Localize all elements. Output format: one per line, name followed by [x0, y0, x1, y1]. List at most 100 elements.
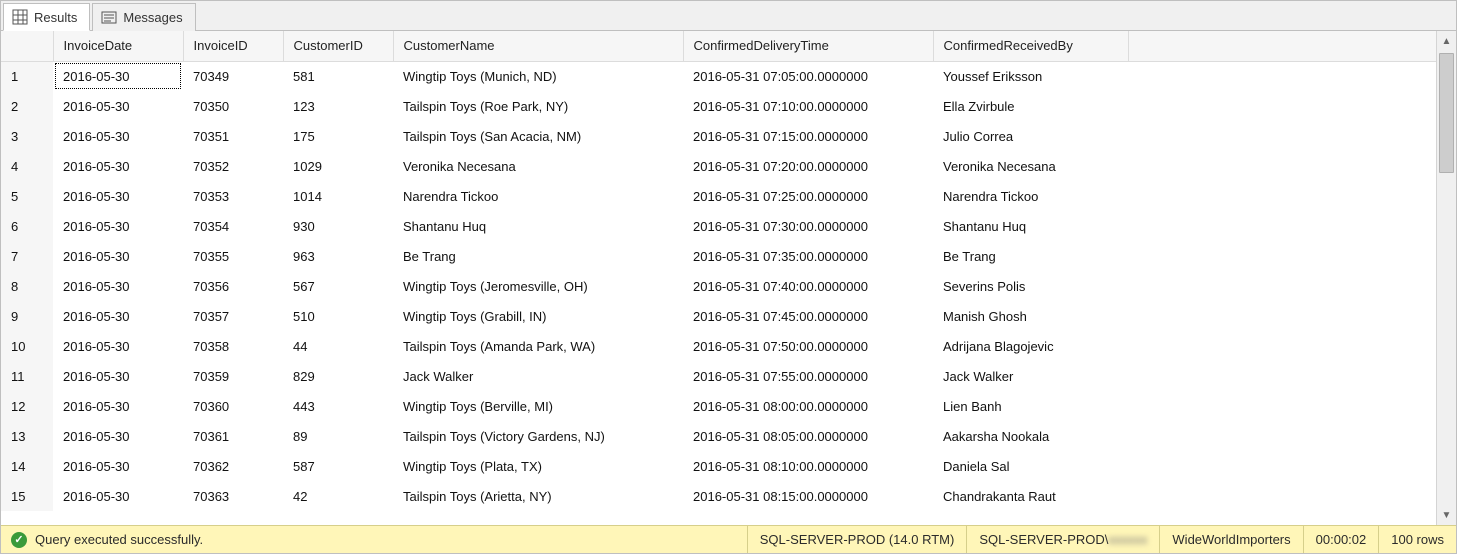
cell-customer-name[interactable]: Narendra Tickoo	[393, 181, 683, 211]
cell-invoice-id[interactable]: 70361	[183, 421, 283, 451]
cell-invoice-date[interactable]: 2016-05-30	[53, 421, 183, 451]
cell-invoice-date[interactable]: 2016-05-30	[53, 391, 183, 421]
cell-invoice-date[interactable]: 2016-05-30	[53, 151, 183, 181]
cell-invoice-id[interactable]: 70355	[183, 241, 283, 271]
col-customer-id[interactable]: CustomerID	[283, 31, 393, 61]
table-row[interactable]: 142016-05-3070362587Wingtip Toys (Plata,…	[1, 451, 1456, 481]
table-row[interactable]: 42016-05-30703521029Veronika Necesana201…	[1, 151, 1456, 181]
cell-invoice-id[interactable]: 70350	[183, 91, 283, 121]
cell-invoice-id[interactable]: 70356	[183, 271, 283, 301]
cell-invoice-id[interactable]: 70360	[183, 391, 283, 421]
results-grid[interactable]: InvoiceDate InvoiceID CustomerID Custome…	[1, 31, 1456, 511]
table-row[interactable]: 72016-05-3070355963Be Trang2016-05-31 07…	[1, 241, 1456, 271]
cell-confirmed-delivery-time[interactable]: 2016-05-31 07:10:00.0000000	[683, 91, 933, 121]
col-invoice-id[interactable]: InvoiceID	[183, 31, 283, 61]
cell-customer-name[interactable]: Tailspin Toys (Arietta, NY)	[393, 481, 683, 511]
cell-customer-name[interactable]: Tailspin Toys (Roe Park, NY)	[393, 91, 683, 121]
col-invoice-date[interactable]: InvoiceDate	[53, 31, 183, 61]
cell-invoice-date[interactable]: 2016-05-30	[53, 91, 183, 121]
cell-confirmed-received-by[interactable]: Be Trang	[933, 241, 1128, 271]
cell-invoice-date[interactable]: 2016-05-30	[53, 241, 183, 271]
cell-confirmed-received-by[interactable]: Severins Polis	[933, 271, 1128, 301]
scroll-up-arrow[interactable]: ▲	[1437, 31, 1456, 51]
cell-invoice-id[interactable]: 70352	[183, 151, 283, 181]
cell-customer-name[interactable]: Jack Walker	[393, 361, 683, 391]
table-row[interactable]: 122016-05-3070360443Wingtip Toys (Bervil…	[1, 391, 1456, 421]
table-row[interactable]: 92016-05-3070357510Wingtip Toys (Grabill…	[1, 301, 1456, 331]
tab-messages[interactable]: Messages	[92, 3, 195, 31]
cell-invoice-id[interactable]: 70359	[183, 361, 283, 391]
row-number[interactable]: 15	[1, 481, 53, 511]
cell-invoice-id[interactable]: 70362	[183, 451, 283, 481]
table-row[interactable]: 32016-05-3070351175Tailspin Toys (San Ac…	[1, 121, 1456, 151]
row-number[interactable]: 4	[1, 151, 53, 181]
col-confirmed-delivery-time[interactable]: ConfirmedDeliveryTime	[683, 31, 933, 61]
cell-invoice-id[interactable]: 70363	[183, 481, 283, 511]
cell-invoice-date[interactable]: 2016-05-30	[53, 481, 183, 511]
cell-customer-name[interactable]: Wingtip Toys (Plata, TX)	[393, 451, 683, 481]
cell-confirmed-delivery-time[interactable]: 2016-05-31 07:05:00.0000000	[683, 61, 933, 91]
table-row[interactable]: 102016-05-307035844Tailspin Toys (Amanda…	[1, 331, 1456, 361]
cell-customer-name[interactable]: Shantanu Huq	[393, 211, 683, 241]
cell-confirmed-received-by[interactable]: Julio Correa	[933, 121, 1128, 151]
table-row[interactable]: 132016-05-307036189Tailspin Toys (Victor…	[1, 421, 1456, 451]
row-number[interactable]: 1	[1, 61, 53, 91]
cell-customer-id[interactable]: 587	[283, 451, 393, 481]
cell-customer-id[interactable]: 510	[283, 301, 393, 331]
cell-customer-id[interactable]: 829	[283, 361, 393, 391]
row-number[interactable]: 5	[1, 181, 53, 211]
row-number[interactable]: 3	[1, 121, 53, 151]
cell-confirmed-delivery-time[interactable]: 2016-05-31 08:15:00.0000000	[683, 481, 933, 511]
cell-confirmed-delivery-time[interactable]: 2016-05-31 07:35:00.0000000	[683, 241, 933, 271]
col-customer-name[interactable]: CustomerName	[393, 31, 683, 61]
cell-confirmed-delivery-time[interactable]: 2016-05-31 07:55:00.0000000	[683, 361, 933, 391]
table-row[interactable]: 22016-05-3070350123Tailspin Toys (Roe Pa…	[1, 91, 1456, 121]
cell-invoice-id[interactable]: 70349	[183, 61, 283, 91]
cell-invoice-id[interactable]: 70354	[183, 211, 283, 241]
cell-confirmed-delivery-time[interactable]: 2016-05-31 07:40:00.0000000	[683, 271, 933, 301]
table-row[interactable]: 112016-05-3070359829Jack Walker2016-05-3…	[1, 361, 1456, 391]
cell-confirmed-delivery-time[interactable]: 2016-05-31 07:30:00.0000000	[683, 211, 933, 241]
row-number[interactable]: 12	[1, 391, 53, 421]
scroll-thumb[interactable]	[1439, 53, 1454, 173]
tab-results[interactable]: Results	[3, 3, 90, 31]
cell-customer-id[interactable]: 581	[283, 61, 393, 91]
cell-confirmed-delivery-time[interactable]: 2016-05-31 08:10:00.0000000	[683, 451, 933, 481]
col-confirmed-received-by[interactable]: ConfirmedReceivedBy	[933, 31, 1128, 61]
cell-invoice-date[interactable]: 2016-05-30	[53, 361, 183, 391]
row-number[interactable]: 9	[1, 301, 53, 331]
cell-confirmed-received-by[interactable]: Youssef Eriksson	[933, 61, 1128, 91]
row-number[interactable]: 13	[1, 421, 53, 451]
table-row[interactable]: 12016-05-3070349581Wingtip Toys (Munich,…	[1, 61, 1456, 91]
cell-confirmed-received-by[interactable]: Manish Ghosh	[933, 301, 1128, 331]
table-row[interactable]: 152016-05-307036342Tailspin Toys (Ariett…	[1, 481, 1456, 511]
cell-invoice-date[interactable]: 2016-05-30	[53, 331, 183, 361]
cell-confirmed-delivery-time[interactable]: 2016-05-31 08:05:00.0000000	[683, 421, 933, 451]
row-number[interactable]: 6	[1, 211, 53, 241]
cell-customer-id[interactable]: 1029	[283, 151, 393, 181]
cell-confirmed-delivery-time[interactable]: 2016-05-31 07:25:00.0000000	[683, 181, 933, 211]
row-number[interactable]: 8	[1, 271, 53, 301]
cell-confirmed-delivery-time[interactable]: 2016-05-31 07:15:00.0000000	[683, 121, 933, 151]
cell-customer-name[interactable]: Tailspin Toys (Victory Gardens, NJ)	[393, 421, 683, 451]
cell-confirmed-delivery-time[interactable]: 2016-05-31 08:00:00.0000000	[683, 391, 933, 421]
cell-invoice-date[interactable]: 2016-05-30	[53, 301, 183, 331]
vertical-scrollbar[interactable]: ▲ ▼	[1436, 31, 1456, 525]
cell-confirmed-received-by[interactable]: Lien Banh	[933, 391, 1128, 421]
cell-confirmed-delivery-time[interactable]: 2016-05-31 07:20:00.0000000	[683, 151, 933, 181]
cell-customer-id[interactable]: 443	[283, 391, 393, 421]
cell-invoice-date[interactable]: 2016-05-30	[53, 271, 183, 301]
cell-customer-name[interactable]: Wingtip Toys (Munich, ND)	[393, 61, 683, 91]
cell-invoice-date[interactable]: 2016-05-30	[53, 121, 183, 151]
cell-customer-id[interactable]: 567	[283, 271, 393, 301]
cell-confirmed-received-by[interactable]: Adrijana Blagojevic	[933, 331, 1128, 361]
cell-invoice-id[interactable]: 70353	[183, 181, 283, 211]
cell-invoice-date[interactable]: 2016-05-30	[53, 181, 183, 211]
cell-confirmed-received-by[interactable]: Shantanu Huq	[933, 211, 1128, 241]
cell-customer-id[interactable]: 1014	[283, 181, 393, 211]
cell-customer-name[interactable]: Tailspin Toys (Amanda Park, WA)	[393, 331, 683, 361]
row-number[interactable]: 14	[1, 451, 53, 481]
cell-confirmed-delivery-time[interactable]: 2016-05-31 07:50:00.0000000	[683, 331, 933, 361]
cell-invoice-id[interactable]: 70351	[183, 121, 283, 151]
scroll-track[interactable]	[1437, 51, 1456, 505]
